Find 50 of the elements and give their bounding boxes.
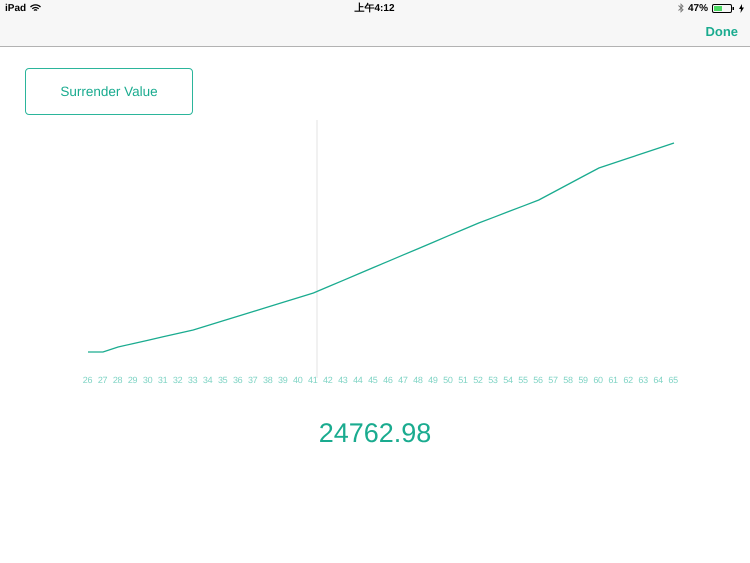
axis-label: 61 bbox=[607, 375, 619, 385]
axis-label: 31 bbox=[156, 375, 168, 385]
axis-label: 48 bbox=[412, 375, 424, 385]
axis-label: 51 bbox=[457, 375, 469, 385]
axis-label: 27 bbox=[96, 375, 108, 385]
axis-label: 36 bbox=[232, 375, 244, 385]
axis-label: 55 bbox=[517, 375, 529, 385]
done-button[interactable]: Done bbox=[706, 22, 738, 40]
axis-label: 58 bbox=[562, 375, 574, 385]
axis-label: 45 bbox=[367, 375, 379, 385]
axis-label: 50 bbox=[442, 375, 454, 385]
axis-label: 26 bbox=[82, 375, 94, 385]
bluetooth-icon bbox=[678, 3, 684, 13]
axis-label: 60 bbox=[592, 375, 604, 385]
axis-label: 38 bbox=[262, 375, 274, 385]
charging-bolt-icon bbox=[739, 4, 744, 12]
axis-label: 34 bbox=[202, 375, 214, 385]
axis-label: 64 bbox=[652, 375, 664, 385]
axis-label: 43 bbox=[337, 375, 348, 385]
axis-label: 35 bbox=[216, 375, 228, 385]
axis-label: 63 bbox=[637, 375, 649, 385]
axis-label: 62 bbox=[622, 375, 634, 385]
axis-label: 32 bbox=[172, 375, 184, 385]
axis-label: 33 bbox=[186, 375, 198, 385]
battery-percent: 47% bbox=[688, 2, 708, 14]
axis-label: 44 bbox=[352, 375, 364, 385]
axis-label: 39 bbox=[277, 375, 288, 385]
wifi-icon bbox=[30, 4, 42, 12]
axis-label: 53 bbox=[487, 375, 499, 385]
axis-label: 57 bbox=[547, 375, 559, 385]
axis-label: 42 bbox=[322, 375, 334, 385]
device-name: iPad bbox=[5, 2, 26, 14]
axis-label: 56 bbox=[532, 375, 544, 385]
axis-label: 41 bbox=[307, 375, 318, 385]
axis-label: 52 bbox=[472, 375, 484, 385]
axis-label: 37 bbox=[246, 375, 258, 385]
axis-label: 65 bbox=[667, 375, 679, 385]
axis-label: 47 bbox=[397, 375, 409, 385]
axis-label: 49 bbox=[427, 375, 439, 385]
axis-label: 29 bbox=[126, 375, 138, 385]
axis-label: 30 bbox=[142, 375, 154, 385]
axis-label: 46 bbox=[382, 375, 394, 385]
clock-time: 上午4:12 bbox=[354, 2, 395, 15]
axis-label: 59 bbox=[577, 375, 589, 385]
value-display: 24762.98 bbox=[318, 418, 432, 449]
axis-label: 28 bbox=[112, 375, 124, 385]
surrender-value-button[interactable]: Surrender Value bbox=[25, 68, 193, 115]
axis-label: 40 bbox=[292, 375, 304, 385]
axis-label: 54 bbox=[502, 375, 514, 385]
battery-icon bbox=[712, 4, 736, 12]
